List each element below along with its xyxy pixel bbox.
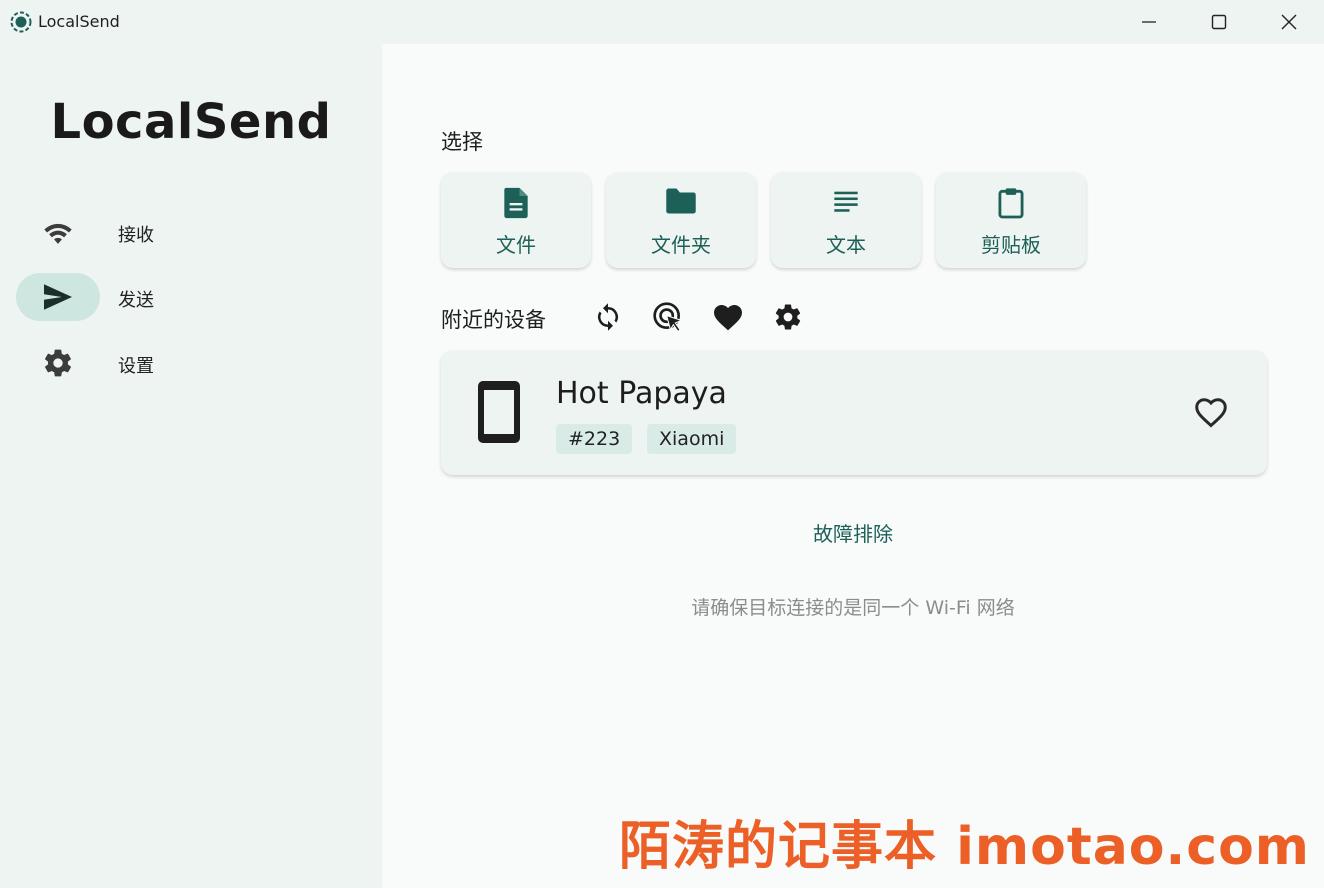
sidebar-item-receive[interactable]: 接收 <box>16 208 356 256</box>
close-button[interactable] <box>1254 0 1324 44</box>
select-text-button[interactable]: 文本 <box>771 172 921 268</box>
send-icon <box>44 284 72 310</box>
nav-pill <box>16 208 100 256</box>
folder-icon <box>666 188 696 214</box>
refresh-icon <box>597 303 619 331</box>
brand-title: LocalSend <box>50 94 332 150</box>
select-text-label: 文本 <box>826 233 866 257</box>
device-vendor-tag: Xiaomi <box>647 424 737 454</box>
watermark: 陌涛的记事本 imotao.com <box>619 817 1310 877</box>
sidebar: LocalSend 接收 发送 设置 <box>0 44 382 888</box>
select-section-title: 选择 <box>441 130 483 154</box>
sidebar-item-send[interactable]: 发送 <box>16 273 356 321</box>
gear-icon <box>775 304 801 330</box>
device-settings-button[interactable] <box>772 301 804 333</box>
minimize-button[interactable] <box>1114 0 1184 44</box>
file-icon <box>504 187 528 219</box>
sidebar-item-settings[interactable]: 设置 <box>16 339 356 387</box>
wifi-icon <box>44 223 72 244</box>
maximize-button[interactable] <box>1184 0 1254 44</box>
select-folder-button[interactable]: 文件夹 <box>606 172 756 268</box>
maximize-icon <box>1211 14 1227 30</box>
text-icon <box>834 191 858 212</box>
select-folder-label: 文件夹 <box>651 233 711 257</box>
network-hint: 请确保目标连接的是同一个 Wi-Fi 网络 <box>691 597 1015 619</box>
window-title: LocalSend <box>38 12 120 31</box>
scan-button[interactable] <box>652 301 684 333</box>
select-file-label: 文件 <box>496 233 536 257</box>
nearby-devices-title: 附近的设备 <box>441 308 546 332</box>
sidebar-item-label: 发送 <box>118 290 154 311</box>
scan-icon <box>653 302 683 333</box>
select-clipboard-button[interactable]: 剪贴板 <box>936 172 1086 268</box>
nav-pill <box>16 339 100 387</box>
nav-pill-active <box>16 273 100 321</box>
clipboard-icon <box>998 188 1024 219</box>
minimize-icon <box>1142 21 1156 23</box>
close-icon <box>1281 14 1297 30</box>
main-content: 选择 文件 文件夹 文本 剪贴板 附近的设备 Hot Papaya #223 X… <box>382 44 1324 888</box>
sidebar-item-label: 设置 <box>118 356 154 377</box>
sidebar-item-label: 接收 <box>118 225 154 246</box>
favorite-icon <box>714 305 742 331</box>
favorites-button[interactable] <box>712 301 744 333</box>
device-card[interactable]: Hot Papaya #223 Xiaomi <box>441 350 1267 475</box>
troubleshoot-link[interactable]: 故障排除 <box>382 518 1324 547</box>
phone-icon <box>478 381 520 443</box>
device-id-tag: #223 <box>556 424 633 454</box>
title-bar: LocalSend <box>0 0 1324 44</box>
gear-icon <box>45 349 71 377</box>
heart-outline-icon[interactable] <box>1193 394 1229 430</box>
localsend-logo-icon <box>10 11 32 33</box>
device-name: Hot Papaya <box>556 376 727 411</box>
select-file-button[interactable]: 文件 <box>441 172 591 268</box>
select-clipboard-label: 剪贴板 <box>981 233 1041 257</box>
refresh-button[interactable] <box>592 301 624 333</box>
